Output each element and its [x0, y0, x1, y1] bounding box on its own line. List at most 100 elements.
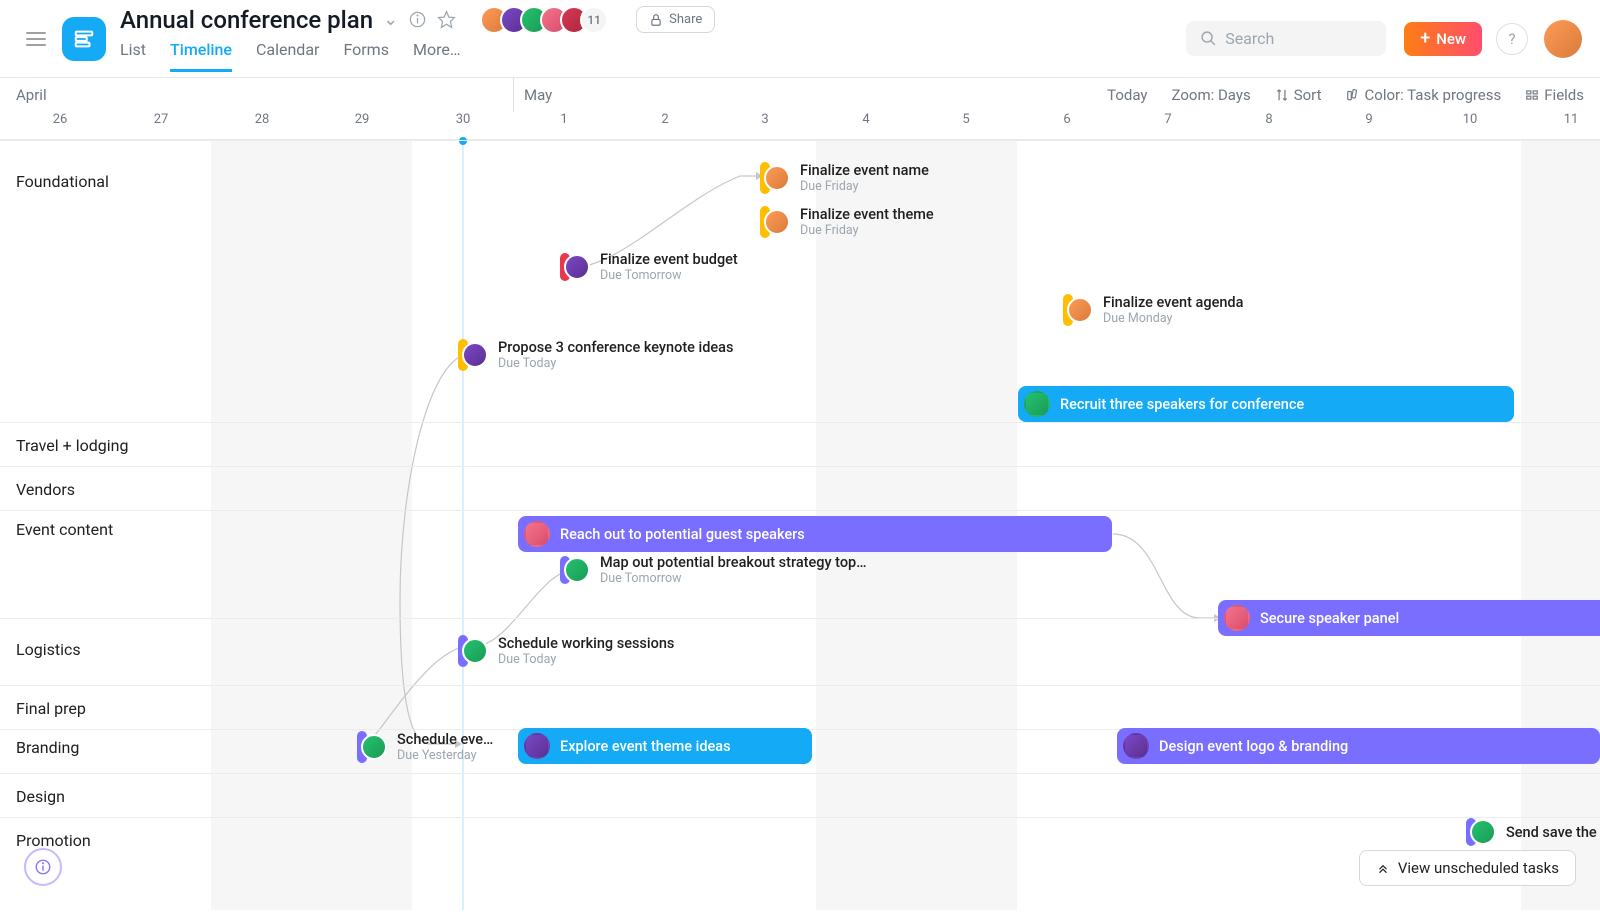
today-button[interactable]: Today	[1107, 86, 1147, 104]
tab-timeline[interactable]: Timeline	[170, 40, 232, 72]
task-name: Schedule working sessions	[498, 635, 674, 652]
day-8: 8	[1265, 112, 1272, 127]
day-9: 9	[1365, 112, 1372, 127]
tab-more[interactable]: More…	[413, 40, 461, 72]
task-due: Due Friday	[800, 223, 934, 238]
section-label[interactable]: Branding	[16, 738, 79, 757]
task-due: Due Today	[498, 652, 674, 667]
day-6: 6	[1063, 112, 1070, 127]
timeline-grid[interactable]: Foundational Travel + lodging Vendors Event…	[0, 140, 1600, 910]
task-bar[interactable]: Secure speaker panel	[1218, 600, 1600, 636]
task-name: Reach out to potential guest speakers	[560, 526, 805, 543]
fields-button[interactable]: Fields	[1525, 86, 1584, 104]
assignee-avatar	[524, 733, 550, 759]
section-row	[0, 422, 1600, 466]
task-item[interactable]: Send save the da	[1466, 818, 1600, 846]
user-avatar[interactable]	[1544, 20, 1582, 58]
day-28: 28	[255, 112, 270, 127]
sidebar-toggle[interactable]	[18, 24, 54, 54]
date-ruler: 26272829301234567891011	[0, 112, 1600, 140]
section-label[interactable]: Final prep	[16, 699, 86, 718]
section-label[interactable]: Promotion	[16, 831, 91, 850]
info-icon[interactable]	[408, 10, 427, 29]
tab-list[interactable]: List	[120, 40, 146, 72]
task-item[interactable]: Schedule event …Due Yesterday	[357, 731, 497, 763]
task-item[interactable]: Propose 3 conference keynote ideasDue To…	[458, 339, 733, 371]
section-label[interactable]: Design	[16, 787, 65, 806]
task-item[interactable]: Schedule working sessionsDue Today	[458, 635, 674, 667]
task-name: Recruit three speakers for conference	[1060, 396, 1304, 413]
collaborators[interactable]: 11	[488, 6, 608, 34]
task-name: Finalize event agenda	[1103, 294, 1243, 311]
task-item[interactable]: Finalize event themeDue Friday	[760, 206, 934, 238]
assignee-avatar	[1024, 391, 1050, 417]
day-5: 5	[962, 112, 969, 127]
zoom-button[interactable]: Zoom: Days	[1172, 86, 1251, 104]
day-10: 10	[1463, 112, 1478, 127]
assignee-avatar	[462, 638, 488, 664]
day-26: 26	[53, 112, 68, 127]
color-button[interactable]: Color: Task progress	[1346, 86, 1502, 104]
task-due: Due Monday	[1103, 311, 1243, 326]
task-due: Due Tomorrow	[600, 268, 738, 283]
info-floating-icon[interactable]	[24, 848, 62, 886]
task-name: Map out potential breakout strategy top…	[600, 554, 866, 571]
avatar-overflow[interactable]: 11	[580, 6, 608, 34]
new-button[interactable]: + New	[1404, 22, 1482, 56]
day-27: 27	[154, 112, 169, 127]
assignee-avatar	[764, 165, 790, 191]
task-due: Due Friday	[800, 179, 929, 194]
task-name: Send save the da	[1506, 824, 1600, 841]
task-due: Due Yesterday	[397, 748, 497, 763]
day-30: 30	[456, 112, 471, 127]
star-icon[interactable]	[437, 10, 456, 29]
task-item[interactable]: Finalize event budgetDue Tomorrow	[560, 251, 738, 283]
project-icon[interactable]	[62, 17, 106, 61]
sort-button[interactable]: Sort	[1275, 86, 1322, 104]
tabs: List Timeline Calendar Forms More…	[120, 40, 715, 72]
task-due: Due Tomorrow	[600, 571, 866, 586]
section-label[interactable]: Foundational	[16, 172, 109, 191]
task-name: Secure speaker panel	[1260, 610, 1399, 627]
new-label: New	[1436, 30, 1466, 48]
task-bar[interactable]: Explore event theme ideas	[518, 728, 812, 764]
task-item[interactable]: Finalize event agendaDue Monday	[1063, 294, 1243, 326]
view-unscheduled-button[interactable]: View unscheduled tasks	[1359, 850, 1576, 886]
section-label[interactable]: Logistics	[16, 640, 81, 659]
section-label[interactable]: Event content	[16, 520, 113, 539]
tab-forms[interactable]: Forms	[343, 40, 389, 72]
section-label[interactable]: Travel + lodging	[16, 436, 128, 455]
view-unscheduled-label: View unscheduled tasks	[1398, 859, 1559, 877]
assignee-avatar	[1123, 733, 1149, 759]
task-name: Explore event theme ideas	[560, 738, 731, 755]
top-header: Annual conference plan ⌄ 11 Share ListTi…	[0, 0, 1600, 78]
task-name: Finalize event name	[800, 162, 929, 179]
help-button[interactable]: ?	[1496, 23, 1528, 55]
tab-calendar[interactable]: Calendar	[256, 40, 319, 72]
chevron-down-icon[interactable]: ⌄	[383, 9, 398, 30]
search-input[interactable]: Search	[1186, 21, 1386, 56]
assignee-avatar	[1067, 297, 1093, 323]
assignee-avatar	[1470, 819, 1496, 845]
day-7: 7	[1164, 112, 1171, 127]
day-29: 29	[355, 112, 370, 127]
section-row	[0, 685, 1600, 729]
assignee-avatar	[564, 254, 590, 280]
share-button[interactable]: Share	[636, 6, 715, 33]
month-label: April	[16, 86, 47, 104]
day-4: 4	[862, 112, 869, 127]
day-2: 2	[661, 112, 668, 127]
task-name: Finalize event theme	[800, 206, 934, 223]
task-name: Schedule event …	[397, 731, 497, 748]
task-item[interactable]: Finalize event nameDue Friday	[760, 162, 929, 194]
task-item[interactable]: Map out potential breakout strategy top……	[560, 554, 866, 586]
task-bar[interactable]: Reach out to potential guest speakers	[518, 516, 1112, 552]
title-block: Annual conference plan ⌄ 11 Share ListTi…	[120, 6, 715, 72]
month-label: May	[524, 86, 552, 104]
assignee-avatar	[361, 734, 387, 760]
assignee-avatar	[764, 209, 790, 235]
task-bar[interactable]: Design event logo & branding	[1117, 728, 1600, 764]
task-bar[interactable]: Recruit three speakers for conference	[1018, 386, 1514, 422]
month-divider	[513, 78, 514, 112]
section-label[interactable]: Vendors	[16, 480, 75, 499]
